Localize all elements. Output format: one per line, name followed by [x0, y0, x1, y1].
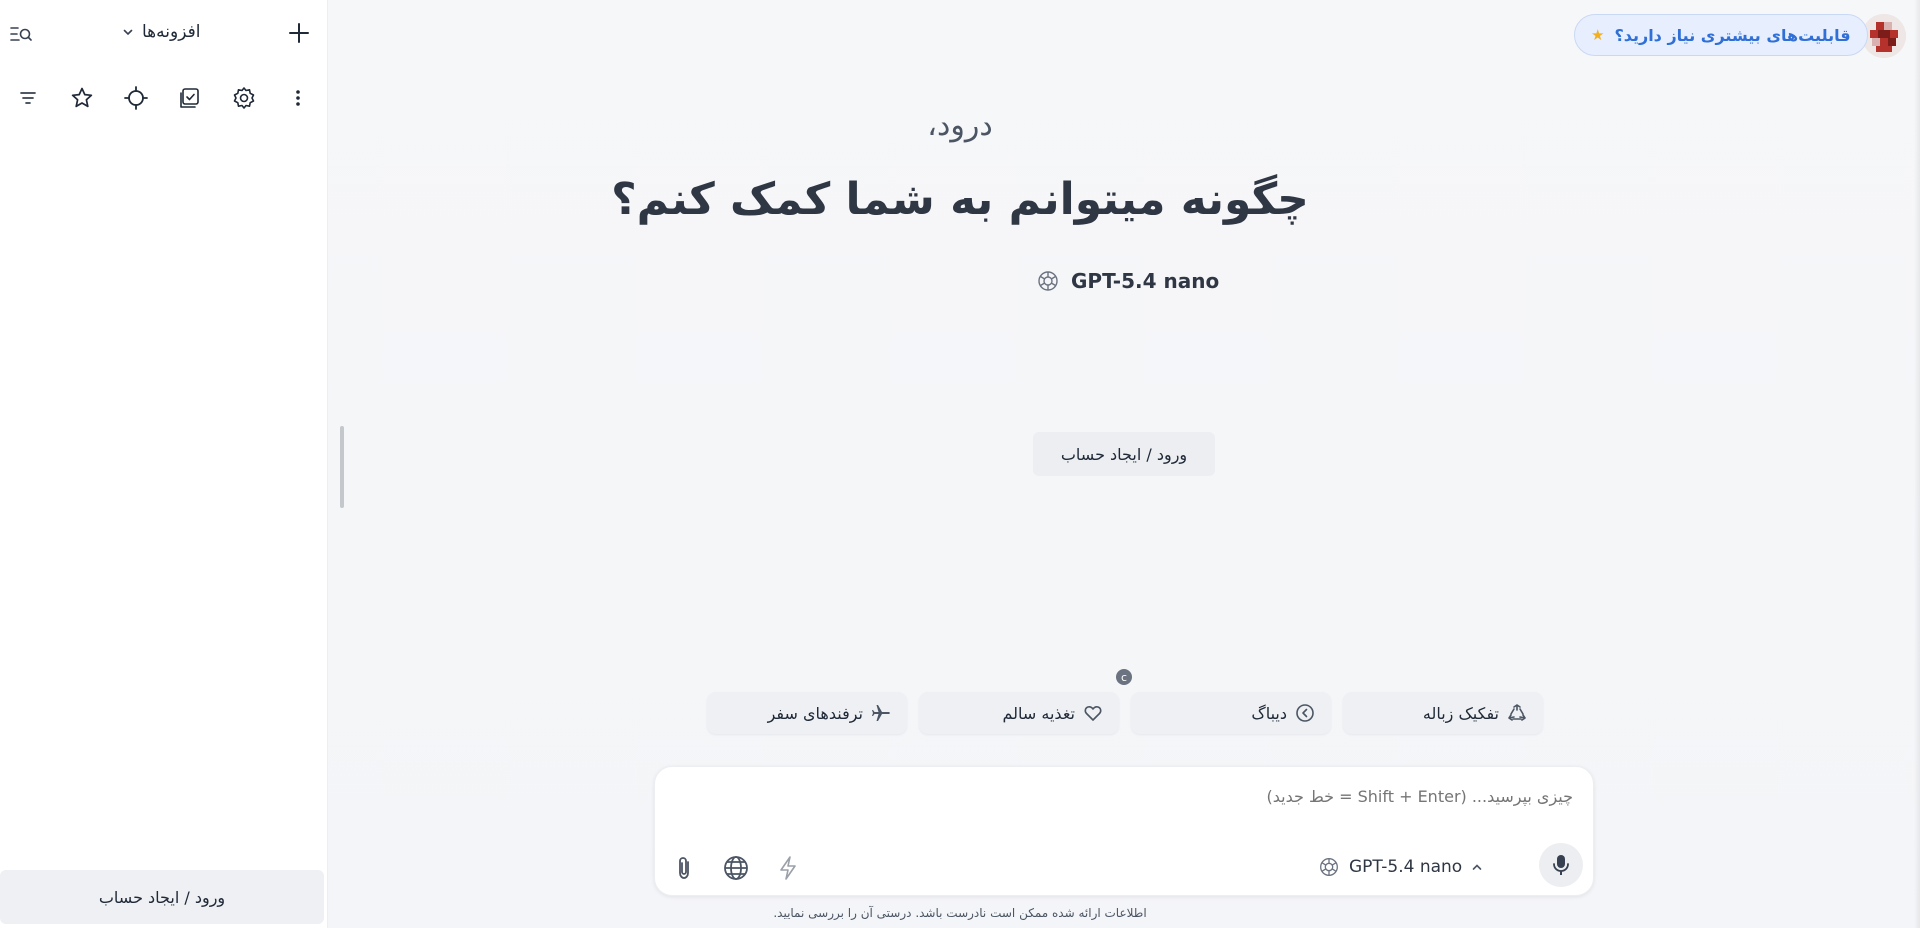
suggestion-label: ترفندهای سفر — [767, 703, 863, 723]
openai-logo-icon — [1317, 855, 1341, 879]
upgrade-label: قابلیت‌های بیشتری نیاز دارید؟ — [1614, 25, 1851, 45]
plugins-dropdown[interactable]: افزونه‌ها — [122, 22, 200, 42]
new-chat-button[interactable] — [286, 20, 312, 46]
chevron-down-icon — [122, 26, 134, 38]
sidebar: افزونه‌ها — [0, 0, 328, 928]
globe-icon — [722, 854, 750, 882]
sidebar-title: افزونه‌ها — [142, 22, 201, 42]
filter-button[interactable] — [14, 84, 42, 112]
airplane-icon — [871, 703, 891, 723]
sidebar-header: افزونه‌ها — [0, 18, 328, 52]
attach-button[interactable] — [667, 851, 701, 885]
suggestion-chips: تفکیک زباله دیباگ تغذیه سالم ترفندهای سف… — [705, 692, 1543, 734]
tasks-button[interactable] — [176, 84, 204, 112]
status-badge: c — [1116, 669, 1132, 685]
window-edge — [1914, 0, 1920, 928]
upgrade-button[interactable]: قابلیت‌های بیشتری نیاز دارید؟ ★ — [1574, 14, 1868, 56]
checklist-icon — [179, 87, 201, 109]
more-options-button[interactable] — [284, 84, 312, 112]
avatar[interactable] — [1862, 14, 1906, 58]
quick-action-button[interactable] — [771, 851, 805, 885]
paperclip-icon — [672, 855, 696, 881]
model-selector-label: GPT-5.4 nano — [1349, 857, 1463, 877]
settings-button[interactable] — [230, 84, 258, 112]
star-icon: ★ — [1591, 26, 1605, 44]
microphone-icon — [1550, 853, 1572, 877]
star-icon — [70, 86, 94, 110]
gear-icon — [232, 86, 256, 110]
model-selector[interactable]: GPT-5.4 nano — [1317, 855, 1484, 879]
search-list-icon — [10, 24, 32, 44]
suggestion-label: تغذیه سالم — [1002, 703, 1076, 723]
microphone-button[interactable] — [1539, 843, 1583, 887]
web-search-button[interactable] — [719, 851, 753, 885]
crosshair-icon — [124, 86, 148, 110]
sidebar-login-button[interactable]: ورود / ایجاد حساب — [0, 870, 324, 924]
sidebar-resize-handle[interactable] — [340, 426, 344, 508]
lightning-icon — [777, 855, 799, 881]
message-input[interactable] — [673, 787, 1573, 806]
recycle-icon — [1507, 703, 1527, 723]
model-name: GPT-5.4 nano — [1071, 269, 1220, 293]
composer: GPT-5.4 nano — [654, 766, 1594, 896]
more-vertical-icon — [295, 88, 301, 108]
chevron-circle-icon — [1295, 703, 1315, 723]
model-indicator: GPT-5.4 nano — [1035, 268, 1219, 294]
chevron-up-icon — [1470, 860, 1484, 874]
suggestion-chip-nutrition[interactable]: تغذیه سالم — [919, 692, 1119, 734]
suggestion-chip-waste[interactable]: تفکیک زباله — [1343, 692, 1543, 734]
login-button[interactable]: ورود / ایجاد حساب — [1033, 432, 1215, 476]
filter-icon — [18, 88, 38, 108]
suggestion-label: تفکیک زباله — [1422, 703, 1499, 723]
suggestion-label: دیباگ — [1251, 703, 1287, 723]
suggestion-chip-travel[interactable]: ترفندهای سفر — [707, 692, 907, 734]
sidebar-toolbar — [14, 84, 312, 112]
composer-tools — [667, 851, 805, 885]
heart-icon — [1083, 703, 1103, 723]
plus-icon — [286, 20, 312, 46]
suggestion-chip-debug[interactable]: دیباگ — [1131, 692, 1331, 734]
openai-logo-icon — [1035, 268, 1061, 294]
focus-button[interactable] — [122, 84, 150, 112]
favorites-button[interactable] — [68, 84, 96, 112]
search-history-button[interactable] — [10, 24, 32, 44]
